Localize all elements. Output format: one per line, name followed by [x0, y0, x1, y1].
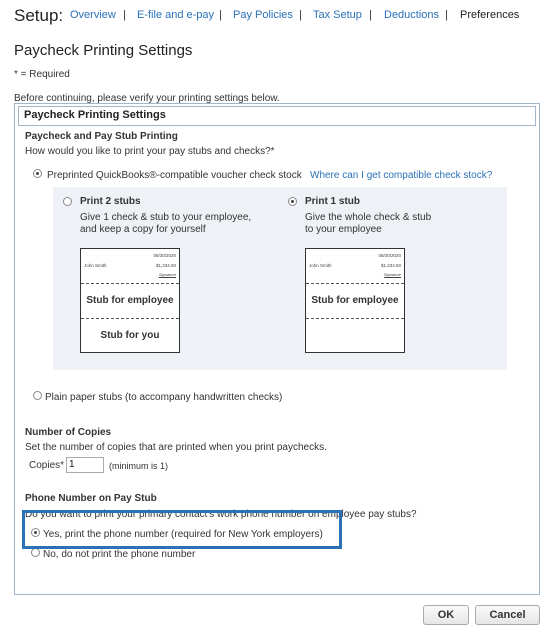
check-amount: $1,234.50: [380, 263, 401, 268]
perforation-line: [81, 283, 179, 284]
nav-pay-policies[interactable]: Pay Policies: [233, 9, 293, 21]
stub-printing-title: Paycheck and Pay Stub Printing: [25, 131, 178, 142]
nav-separator: |: [299, 9, 302, 21]
perforation-line: [306, 318, 404, 319]
focus-highlight-box: [22, 510, 342, 549]
cancel-button[interactable]: Cancel: [475, 605, 540, 625]
phone-no-label[interactable]: No, do not print the phone number: [43, 549, 195, 560]
nav-separator: |: [445, 9, 448, 21]
stub-printing-question: How would you like to print your pay stu…: [25, 146, 275, 157]
stub-for-employee-label: Stub for employee: [311, 295, 399, 306]
nav-separator: |: [123, 9, 126, 21]
check-payee: John Smith: [84, 263, 107, 268]
check-payee: John Smith: [309, 263, 332, 268]
stub-for-employee-label: Stub for employee: [86, 295, 174, 306]
check-amount: $1,234.50: [155, 263, 176, 268]
nav-separator: |: [369, 9, 372, 21]
print-2-stubs-desc-line1: Give 1 check & stub to your employee,: [80, 212, 252, 223]
setup-nav-bar: Setup: Overview | E-file and e-pay | Pay…: [0, 0, 547, 32]
copies-input[interactable]: 1: [66, 457, 104, 473]
check-date: 08/30/2020: [153, 253, 176, 258]
print-1-stub-desc-line2: to your employee: [305, 224, 382, 235]
nav-efile-epay[interactable]: E-file and e-pay: [137, 9, 214, 21]
print-2-stubs-desc-line2: and keep a copy for yourself: [80, 224, 206, 235]
print-1-stub-radio[interactable]: [288, 197, 297, 206]
copies-hint: (minimum is 1): [109, 461, 169, 471]
copies-description: Set the number of copies that are printe…: [25, 442, 327, 453]
plain-paper-radio[interactable]: [33, 391, 42, 400]
setup-label: Setup:: [14, 6, 64, 25]
ok-button[interactable]: OK: [423, 605, 469, 625]
perforation-line: [306, 283, 404, 284]
check-signature: Signature: [383, 272, 401, 277]
plain-paper-label[interactable]: Plain paper stubs (to accompany handwrit…: [45, 392, 282, 403]
page-title: Paycheck Printing Settings: [14, 42, 193, 59]
print-1-stub-preview: 08/30/2020 John Smith $1,234.50 Signatur…: [305, 248, 405, 353]
compatible-check-stock-link[interactable]: Where can I get compatible check stock?: [310, 170, 492, 181]
nav-preferences[interactable]: Preferences: [460, 9, 519, 21]
print-2-stubs-preview: 08/30/2020 John Smith $1,234.50 Signatur…: [80, 248, 180, 353]
nav-overview[interactable]: Overview: [70, 9, 116, 21]
required-note: * = Required: [14, 69, 70, 80]
preprinted-radio[interactable]: [33, 169, 42, 178]
check-preview: 08/30/2020 John Smith $1,234.50 Signatur…: [81, 249, 179, 285]
nav-deductions[interactable]: Deductions: [384, 9, 439, 21]
check-date: 08/30/2020: [378, 253, 401, 258]
nav-tax-setup[interactable]: Tax Setup: [313, 9, 362, 21]
perforation-line: [81, 318, 179, 319]
settings-panel-title: Paycheck Printing Settings: [24, 109, 166, 121]
phone-no-radio[interactable]: [31, 548, 40, 557]
stub-for-you-label: Stub for you: [100, 330, 160, 341]
phone-title: Phone Number on Pay Stub: [25, 493, 157, 504]
check-signature: Signature: [158, 272, 176, 277]
copies-title: Number of Copies: [25, 427, 112, 438]
print-1-stub-label[interactable]: Print 1 stub: [305, 196, 360, 207]
preprinted-label[interactable]: Preprinted QuickBooks®-compatible vouche…: [47, 170, 302, 181]
nav-separator: |: [219, 9, 222, 21]
print-1-stub-desc-line1: Give the whole check & stub: [305, 212, 432, 223]
check-preview: 08/30/2020 John Smith $1,234.50 Signatur…: [306, 249, 404, 285]
print-2-stubs-radio[interactable]: [63, 197, 72, 206]
print-2-stubs-label[interactable]: Print 2 stubs: [80, 196, 141, 207]
copies-label: Copies*: [29, 460, 65, 471]
